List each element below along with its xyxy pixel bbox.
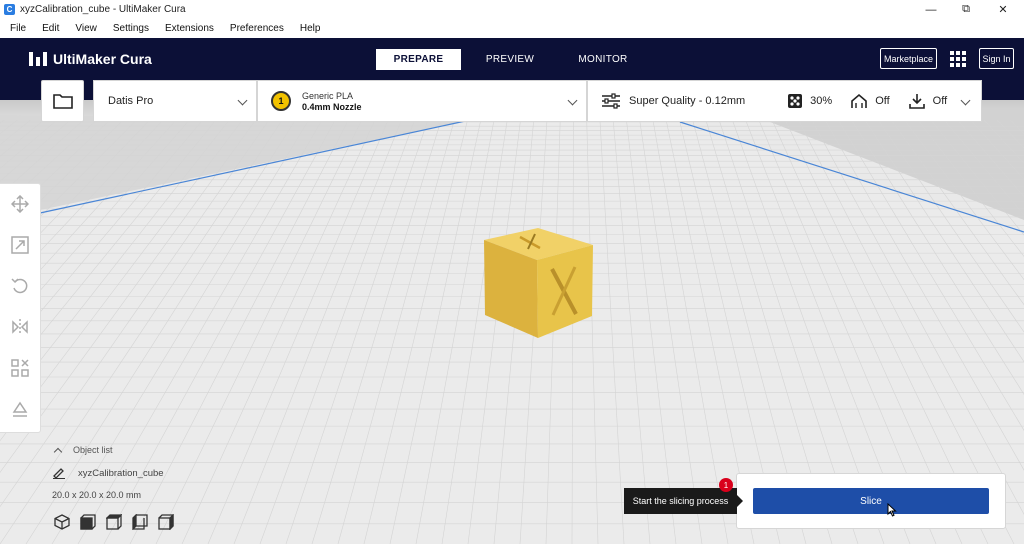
object-list-label: Object list — [73, 445, 113, 455]
marketplace-button[interactable]: Marketplace — [880, 48, 937, 69]
brand-logo: UltiMaker Cura — [29, 51, 152, 67]
folder-icon — [52, 94, 73, 109]
slice-button[interactable]: Slice — [753, 488, 989, 514]
tab-monitor[interactable]: MONITOR — [559, 49, 647, 70]
printer-selector[interactable]: Datis Pro — [93, 80, 257, 122]
menu-edit[interactable]: Edit — [42, 23, 59, 34]
open-file-button[interactable] — [41, 80, 84, 122]
print-settings-selector[interactable]: Super Quality - 0.12mm 30% Off Off — [587, 80, 982, 122]
top-view-icon[interactable] — [104, 513, 124, 531]
adhesion-value: Off — [932, 95, 948, 107]
object-dimensions: 20.0 x 20.0 x 20.0 mm — [52, 490, 142, 500]
scale-icon[interactable] — [10, 235, 30, 255]
move-icon[interactable] — [10, 194, 30, 214]
object-name: xyzCalibration_cube — [78, 467, 164, 479]
settings-sliders-icon — [602, 93, 620, 109]
menu-preferences[interactable]: Preferences — [230, 23, 284, 34]
front-view-icon[interactable] — [78, 513, 98, 531]
material-selector[interactable]: 1 Generic PLA 0.4mm Nozzle — [257, 80, 587, 122]
stage-tabs: PREPARE PREVIEW MONITOR — [376, 49, 647, 70]
adhesion-icon — [908, 94, 925, 109]
print-setup-toolbar: Datis Pro 1 Generic PLA 0.4mm Nozzle Sup… — [41, 80, 982, 122]
pencil-icon — [53, 468, 65, 479]
chevron-up-icon — [53, 447, 63, 456]
3d-view-icon[interactable] — [52, 513, 72, 531]
support-value: Off — [875, 95, 890, 107]
cura-app-icon: C — [4, 4, 15, 15]
title-bar: C xyzCalibration_cube - UltiMaker Cura — [0, 0, 1024, 19]
per-model-settings-icon[interactable] — [10, 358, 30, 378]
nozzle-size: 0.4mm Nozzle — [302, 101, 362, 112]
quality-profile: Super Quality - 0.12mm — [629, 95, 746, 107]
brand-name: UltiMaker Cura — [53, 51, 152, 67]
left-view-icon[interactable] — [130, 513, 150, 531]
chevron-down-icon — [567, 95, 578, 106]
support-icon — [851, 93, 867, 108]
object-list-toggle[interactable]: Object list — [52, 445, 113, 456]
model-tools-panel — [0, 183, 41, 433]
slice-tooltip: Start the slicing process — [624, 488, 743, 514]
camera-view-buttons — [52, 513, 182, 531]
material-info: Generic PLA 0.4mm Nozzle — [302, 91, 362, 112]
mouse-cursor-icon — [887, 503, 897, 517]
ultimaker-logo-icon — [29, 52, 47, 66]
object-name-row[interactable]: xyzCalibration_cube — [52, 467, 164, 479]
sign-in-button[interactable]: Sign In — [979, 48, 1014, 69]
calibration-cube-model[interactable] — [480, 220, 598, 342]
chevron-down-icon — [960, 95, 971, 106]
tab-preview[interactable]: PREVIEW — [461, 49, 559, 70]
mirror-icon[interactable] — [10, 317, 30, 337]
tab-prepare[interactable]: PREPARE — [376, 49, 461, 70]
support-blocker-icon[interactable] — [10, 399, 30, 419]
notification-badge[interactable]: 1 — [719, 478, 733, 492]
printer-name: Datis Pro — [108, 95, 154, 107]
menu-file[interactable]: File — [10, 23, 26, 34]
menu-extensions[interactable]: Extensions — [165, 23, 214, 34]
applications-grid-icon[interactable] — [950, 51, 966, 67]
infill-value: 30% — [810, 95, 833, 107]
menu-bar: File Edit View Settings Extensions Prefe… — [0, 19, 1024, 38]
menu-view[interactable]: View — [75, 23, 97, 34]
material-name: Generic PLA — [302, 90, 354, 101]
infill-icon — [788, 94, 803, 108]
restore-icon[interactable]: ⧉ — [949, 0, 983, 19]
extruder-badge-icon: 1 — [271, 91, 291, 111]
rotate-icon[interactable] — [10, 276, 30, 296]
extruder-number: 1 — [278, 96, 284, 106]
right-view-icon[interactable] — [156, 513, 176, 531]
minimize-icon[interactable]: — — [914, 0, 948, 19]
menu-help[interactable]: Help — [300, 23, 321, 34]
menu-settings[interactable]: Settings — [113, 23, 149, 34]
chevron-down-icon — [237, 95, 248, 106]
window-title: xyzCalibration_cube - UltiMaker Cura — [20, 4, 186, 15]
close-icon[interactable]: ✕ — [986, 0, 1020, 19]
